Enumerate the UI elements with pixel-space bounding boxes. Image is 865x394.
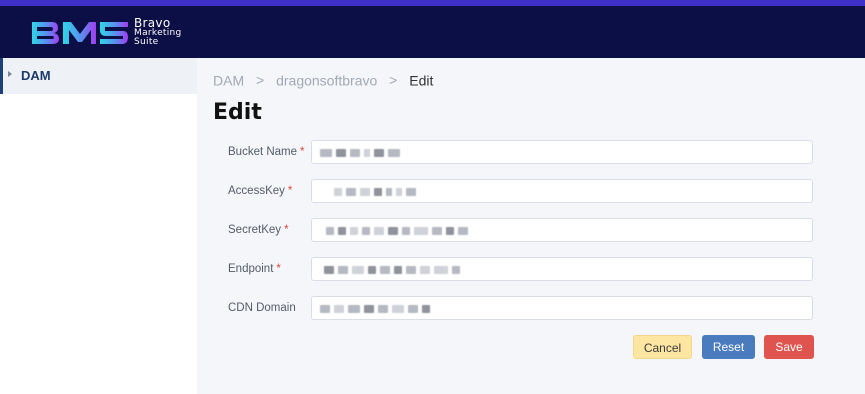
save-button[interactable]: Save (764, 335, 814, 359)
sidebar-item-dam[interactable]: DAM (0, 58, 197, 94)
breadcrumb-current: Edit (409, 72, 434, 89)
secret-key-input[interactable] (311, 218, 813, 242)
required-mark: * (276, 263, 281, 275)
bucket-name-input[interactable] (311, 140, 813, 164)
redacted-value (326, 227, 468, 235)
redacted-value (324, 266, 460, 274)
bms-logo-icon (32, 22, 128, 44)
chevron-right-icon: > (256, 72, 265, 89)
form-row-bucket-name: Bucket Name * (197, 140, 865, 166)
field-label: CDN Domain (228, 302, 296, 314)
brand-line-3: Suite (134, 37, 159, 47)
required-mark: * (287, 185, 293, 197)
access-key-input[interactable] (311, 179, 813, 203)
required-mark: * (300, 146, 305, 158)
page-title: Edit (213, 100, 262, 125)
form-row-access-key: AccessKey * (197, 179, 865, 205)
caret-right-icon (8, 71, 12, 77)
redacted-value (320, 149, 400, 157)
cdn-domain-input[interactable] (311, 296, 813, 320)
app-header: Bravo Marketing Suite (0, 6, 865, 58)
main-content: DAM > dragonsoftbravo > Edit Edit Bucket… (197, 58, 865, 394)
brand-text: Bravo Marketing Suite (134, 17, 182, 47)
cancel-button[interactable]: Cancel (633, 335, 692, 359)
required-mark: * (284, 224, 289, 236)
breadcrumb-dam[interactable]: DAM (213, 72, 244, 88)
sidebar: DAM (0, 58, 197, 394)
field-label: Bucket Name * (228, 146, 305, 158)
reset-button[interactable]: Reset (702, 335, 755, 359)
breadcrumb-bucket[interactable]: dragonsoftbravo (276, 72, 377, 88)
field-label: SecretKey * (228, 224, 289, 236)
form-row-endpoint: Endpoint * (197, 257, 865, 283)
brand-logo[interactable]: Bravo Marketing Suite (30, 17, 181, 48)
chevron-right-icon: > (389, 72, 398, 89)
endpoint-input[interactable] (311, 257, 813, 281)
redacted-value (320, 305, 430, 313)
form-row-cdn-domain: CDN Domain (197, 296, 865, 322)
sidebar-item-label: DAM (21, 68, 51, 83)
redacted-value (334, 188, 416, 196)
field-label: Endpoint * (228, 263, 281, 275)
field-label: AccessKey * (228, 185, 293, 197)
breadcrumb: DAM > dragonsoftbravo > Edit (213, 71, 433, 88)
form-row-secret-key: SecretKey * (197, 218, 865, 244)
